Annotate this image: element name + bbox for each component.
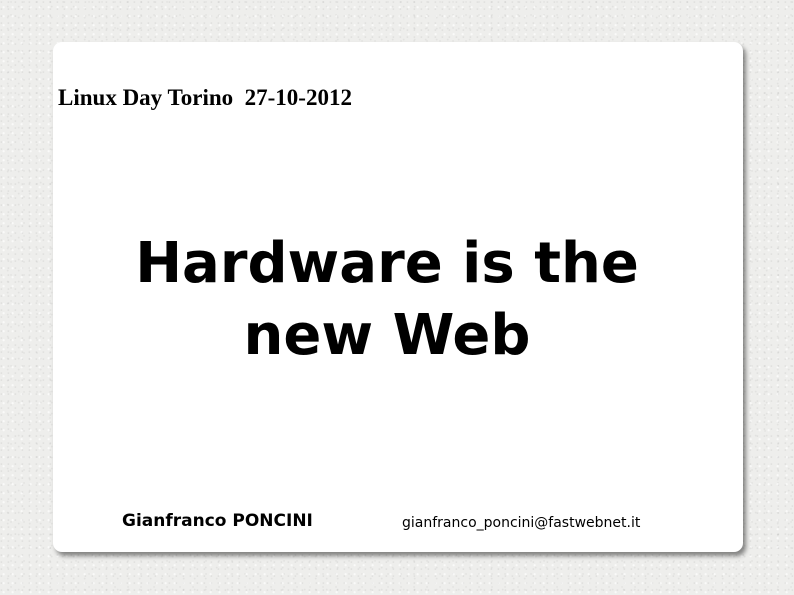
slide-title-line-2: new Web bbox=[243, 303, 531, 368]
author-email: gianfranco_poncini@fastwebnet.it bbox=[402, 515, 641, 531]
event-date-header: Linux Day Torino 27-10-2012 bbox=[58, 85, 352, 110]
slide-title: Hardware is the new Web bbox=[53, 228, 721, 372]
slide-title-line-1: Hardware is the bbox=[135, 231, 639, 296]
slide-card: Linux Day Torino 27-10-2012 Hardware is … bbox=[53, 42, 743, 552]
author-name: Gianfranco PONCINI bbox=[122, 511, 313, 531]
